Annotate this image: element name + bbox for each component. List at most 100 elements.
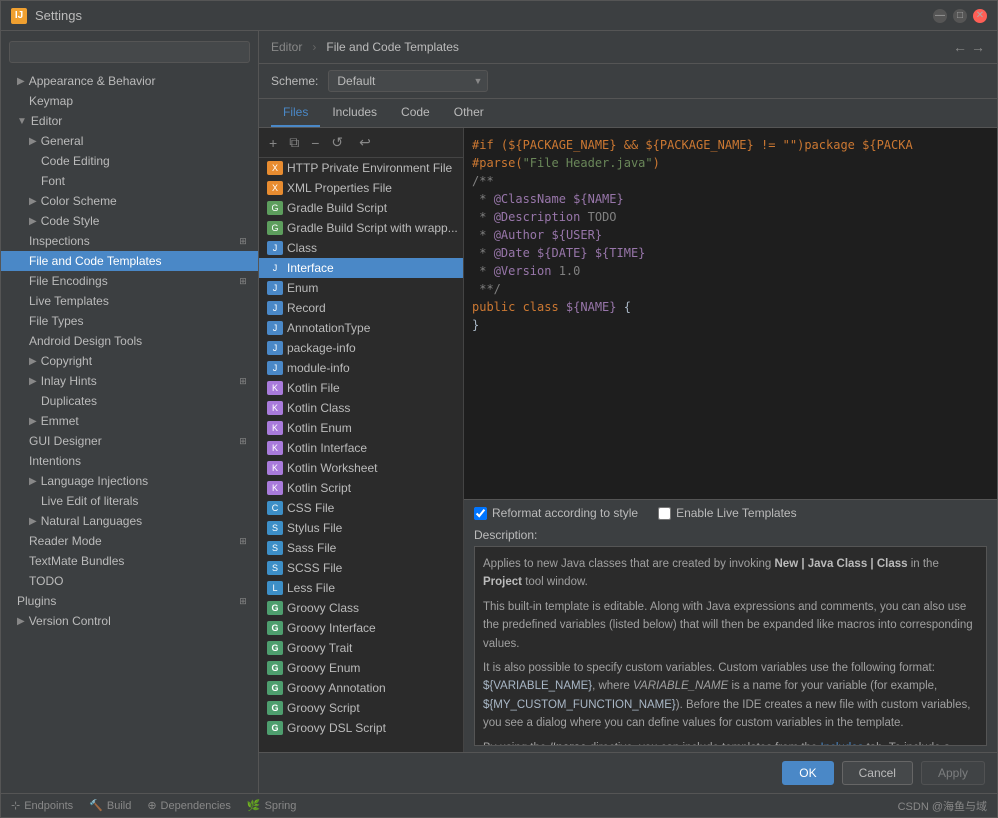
tab-other[interactable]: Other: [442, 99, 496, 127]
sidebar-item-file-encodings[interactable]: File Encodings ⊞: [1, 271, 258, 291]
list-item[interactable]: G Groovy Script: [259, 698, 463, 718]
sidebar-item-natural-languages[interactable]: ▶ Natural Languages: [1, 511, 258, 531]
list-item[interactable]: X XML Properties File: [259, 178, 463, 198]
css-icon: S: [267, 561, 283, 575]
sidebar-item-intentions[interactable]: Intentions: [1, 451, 258, 471]
groovy-icon: G: [267, 721, 283, 735]
scheme-select[interactable]: Default Project: [328, 70, 488, 92]
reformat-checkbox[interactable]: [474, 507, 487, 520]
list-item[interactable]: K Kotlin Class: [259, 398, 463, 418]
live-templates-checkbox-label[interactable]: Enable Live Templates: [658, 506, 797, 520]
sidebar-item-reader-mode[interactable]: Reader Mode ⊞: [1, 531, 258, 551]
ok-button[interactable]: OK: [782, 761, 833, 785]
close-button[interactable]: ✕: [973, 9, 987, 23]
list-item[interactable]: G Groovy Annotation: [259, 678, 463, 698]
sidebar-item-gui-designer[interactable]: GUI Designer ⊞: [1, 431, 258, 451]
list-item[interactable]: S Stylus File: [259, 518, 463, 538]
tab-code[interactable]: Code: [389, 99, 442, 127]
apply-button[interactable]: Apply: [921, 761, 985, 785]
copy-template-button[interactable]: ⧉: [285, 132, 303, 153]
sidebar-item-duplicates[interactable]: Duplicates: [1, 391, 258, 411]
list-item[interactable]: J package-info: [259, 338, 463, 358]
taskbar: ⊹ Endpoints 🔨 Build ⊕ Dependencies 🌿 Spr…: [1, 793, 997, 817]
java-icon: J: [267, 321, 283, 335]
java-icon: J: [267, 241, 283, 255]
sidebar-item-todo[interactable]: TODO: [1, 571, 258, 591]
sidebar-item-plugins[interactable]: Plugins ⊞: [1, 591, 258, 611]
taskbar-dependencies[interactable]: ⊕ Dependencies: [147, 799, 231, 812]
list-item[interactable]: G Groovy Class: [259, 598, 463, 618]
list-item[interactable]: S Sass File: [259, 538, 463, 558]
list-item[interactable]: K Kotlin File: [259, 378, 463, 398]
list-item[interactable]: S SCSS File: [259, 558, 463, 578]
forward-arrow[interactable]: →: [971, 39, 985, 55]
groovy-icon: G: [267, 681, 283, 695]
live-templates-checkbox[interactable]: [658, 507, 671, 520]
list-item[interactable]: J AnnotationType: [259, 318, 463, 338]
list-item[interactable]: J Enum: [259, 278, 463, 298]
list-item[interactable]: G Gradle Build Script: [259, 198, 463, 218]
add-template-button[interactable]: +: [265, 133, 281, 153]
reset-template-button[interactable]: ↺: [327, 132, 347, 153]
sidebar-item-code-editing[interactable]: Code Editing: [1, 151, 258, 171]
list-item[interactable]: G Groovy Trait: [259, 638, 463, 658]
kotlin-icon: K: [267, 481, 283, 495]
expand-icon: ▶: [29, 196, 37, 207]
list-item[interactable]: J Class: [259, 238, 463, 258]
list-item[interactable]: X HTTP Private Environment File: [259, 158, 463, 178]
list-item[interactable]: L Less File: [259, 578, 463, 598]
taskbar-spring[interactable]: 🌿 Spring: [247, 799, 297, 812]
sidebar-item-general[interactable]: ▶ General: [1, 131, 258, 151]
sidebar-item-editor[interactable]: ▼ Editor: [1, 111, 258, 131]
expand-icon: ▶: [29, 216, 37, 227]
sidebar-item-textmate[interactable]: TextMate Bundles: [1, 551, 258, 571]
sidebar-item-android-design-tools[interactable]: Android Design Tools: [1, 331, 258, 351]
sidebar-item-inlay-hints[interactable]: ▶ Inlay Hints ⊞: [1, 371, 258, 391]
sidebar-item-copyright[interactable]: ▶ Copyright: [1, 351, 258, 371]
sidebar-item-file-and-code-templates[interactable]: File and Code Templates: [1, 251, 258, 271]
sidebar-item-font[interactable]: Font: [1, 171, 258, 191]
list-item[interactable]: G Groovy Interface: [259, 618, 463, 638]
list-item-interface[interactable]: J Interface: [259, 258, 463, 278]
maximize-button[interactable]: □: [953, 9, 967, 23]
sidebar-item-inspections[interactable]: Inspections ⊞: [1, 231, 258, 251]
taskbar-endpoints[interactable]: ⊹ Endpoints: [11, 799, 73, 812]
sidebar-item-code-style[interactable]: ▶ Code Style: [1, 211, 258, 231]
sidebar-item-keymap[interactable]: Keymap: [1, 91, 258, 111]
sidebar-item-live-edit[interactable]: Live Edit of literals: [1, 491, 258, 511]
minimize-button[interactable]: —: [933, 9, 947, 23]
tab-includes[interactable]: Includes: [320, 99, 389, 127]
tab-files[interactable]: Files: [271, 99, 320, 127]
sidebar-item-language-injections[interactable]: ▶ Language Injections: [1, 471, 258, 491]
list-item[interactable]: J module-info: [259, 358, 463, 378]
list-item[interactable]: K Kotlin Enum: [259, 418, 463, 438]
java-icon: J: [267, 341, 283, 355]
list-item[interactable]: C CSS File: [259, 498, 463, 518]
list-item[interactable]: K Kotlin Interface: [259, 438, 463, 458]
titlebar: IJ Settings — □ ✕: [1, 1, 997, 31]
list-item[interactable]: G Groovy Enum: [259, 658, 463, 678]
taskbar-build[interactable]: 🔨 Build: [89, 799, 131, 812]
list-item[interactable]: J Record: [259, 298, 463, 318]
sidebar-item-file-types[interactable]: File Types: [1, 311, 258, 331]
kotlin-icon: K: [267, 381, 283, 395]
revert-template-button[interactable]: ↩: [355, 132, 375, 153]
list-item[interactable]: K Kotlin Worksheet: [259, 458, 463, 478]
description-label: Description:: [474, 528, 987, 542]
list-item[interactable]: G Groovy DSL Script: [259, 718, 463, 738]
code-line: * @Date ${DATE} ${TIME}: [472, 244, 989, 262]
spring-icon: 🌿: [247, 799, 261, 812]
cancel-button[interactable]: Cancel: [842, 761, 913, 785]
list-item[interactable]: K Kotlin Script: [259, 478, 463, 498]
code-editor[interactable]: #if (${PACKAGE_NAME} && ${PACKAGE_NAME} …: [464, 128, 997, 499]
sidebar-item-appearance[interactable]: ▶ Appearance & Behavior: [1, 71, 258, 91]
sidebar-item-version-control[interactable]: ▶ Version Control: [1, 611, 258, 631]
back-arrow[interactable]: ←: [953, 39, 967, 55]
reformat-checkbox-label[interactable]: Reformat according to style: [474, 506, 638, 520]
search-input[interactable]: [9, 41, 250, 63]
sidebar-item-color-scheme[interactable]: ▶ Color Scheme: [1, 191, 258, 211]
remove-template-button[interactable]: −: [307, 133, 323, 153]
sidebar-item-emmet[interactable]: ▶ Emmet: [1, 411, 258, 431]
sidebar-item-live-templates[interactable]: Live Templates: [1, 291, 258, 311]
list-item[interactable]: G Gradle Build Script with wrapp...: [259, 218, 463, 238]
